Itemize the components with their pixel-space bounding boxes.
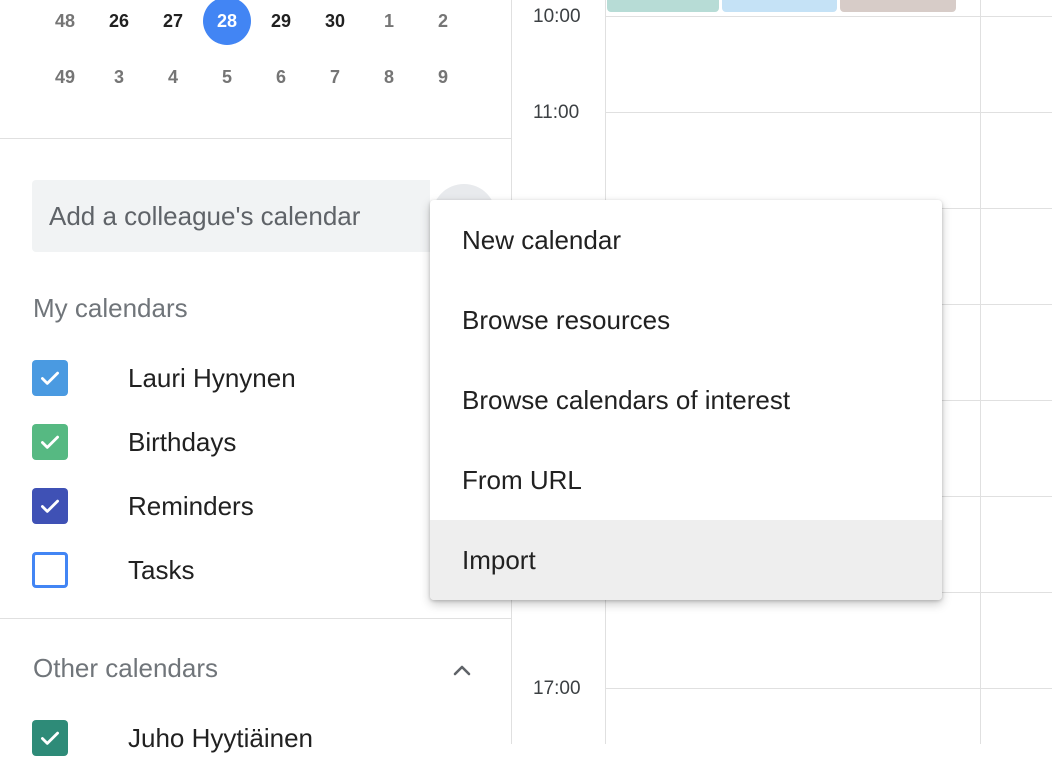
checkbox-unchecked[interactable] <box>32 552 68 588</box>
calendar-item-reminders[interactable]: Reminders <box>32 482 452 530</box>
mini-calendar-day[interactable]: 3 <box>92 57 146 97</box>
event-chip[interactable] <box>722 0 837 12</box>
mini-calendar-day[interactable]: 27 <box>146 1 200 41</box>
mini-calendar-day[interactable]: 1 <box>362 1 416 41</box>
checkbox-checked[interactable] <box>32 424 68 460</box>
menu-item-browse-resources[interactable]: Browse resources <box>430 280 942 360</box>
menu-item-from-url[interactable]: From URL <box>430 440 942 520</box>
mini-calendar-day[interactable]: 9 <box>416 57 470 97</box>
check-icon <box>41 371 59 385</box>
check-icon <box>41 499 59 513</box>
mini-calendar-day[interactable]: 2 <box>416 1 470 41</box>
add-colleague-calendar-field[interactable] <box>32 180 430 252</box>
week-number: 48 <box>54 10 76 31</box>
check-icon <box>41 731 59 745</box>
mini-calendar-day[interactable]: 26 <box>92 1 146 41</box>
time-label: 10:00 <box>533 6 581 27</box>
mini-calendar-day[interactable]: 8 <box>362 57 416 97</box>
mini-calendar-day[interactable]: 4 <box>146 57 200 97</box>
chevron-up-icon[interactable] <box>444 652 480 688</box>
hour-line <box>605 16 1052 17</box>
menu-item-browse-calendars-of-interest[interactable]: Browse calendars of interest <box>430 360 942 440</box>
divider <box>0 138 511 139</box>
calendar-item-birthdays[interactable]: Birthdays <box>32 418 452 466</box>
menu-item-import[interactable]: Import <box>430 520 942 600</box>
calendar-label: Tasks <box>128 554 195 585</box>
mini-calendar-today[interactable]: 28 <box>200 0 254 45</box>
hour-line <box>605 112 1052 113</box>
my-calendars-heading[interactable]: My calendars <box>33 293 188 324</box>
event-chip[interactable] <box>840 0 956 12</box>
other-calendars-heading[interactable]: Other calendars <box>33 653 218 684</box>
checkbox-checked[interactable] <box>32 488 68 524</box>
mini-calendar-week-row: 48 26 27 28 29 30 1 2 <box>38 0 470 45</box>
week-number: 49 <box>54 66 76 87</box>
check-icon <box>41 435 59 449</box>
calendar-label: Birthdays <box>128 426 237 457</box>
calendar-item-juho-hyytiainen[interactable]: Juho Hyytiäinen <box>32 714 452 762</box>
mini-calendar-day[interactable]: 7 <box>308 57 362 97</box>
mini-calendar-day[interactable]: 30 <box>308 1 362 41</box>
calendar-label: Reminders <box>128 490 254 521</box>
checkbox-checked[interactable] <box>32 360 68 396</box>
time-label: 17:00 <box>533 678 581 699</box>
today-marker[interactable]: 28 <box>203 0 251 45</box>
menu-item-new-calendar[interactable]: New calendar <box>430 200 942 280</box>
calendar-label: Lauri Hynynen <box>128 362 296 393</box>
checkbox-checked[interactable] <box>32 720 68 756</box>
calendar-item-tasks[interactable]: Tasks <box>32 546 452 594</box>
time-label: 11:00 <box>533 102 580 123</box>
add-calendar-menu: New calendar Browse resources Browse cal… <box>430 200 942 600</box>
mini-calendar-day[interactable]: 5 <box>200 57 254 97</box>
mini-calendar-day[interactable]: 29 <box>254 1 308 41</box>
calendar-item-lauri-hynynen[interactable]: Lauri Hynynen <box>32 354 452 402</box>
divider <box>0 618 511 619</box>
mini-calendar-week-row: 49 3 4 5 6 7 8 9 <box>38 57 470 97</box>
event-chip[interactable] <box>607 0 719 12</box>
calendar-label: Juho Hyytiäinen <box>128 722 313 753</box>
mini-calendar-day[interactable]: 6 <box>254 57 308 97</box>
add-colleague-calendar-input[interactable] <box>32 180 430 252</box>
hour-line <box>605 688 1052 689</box>
